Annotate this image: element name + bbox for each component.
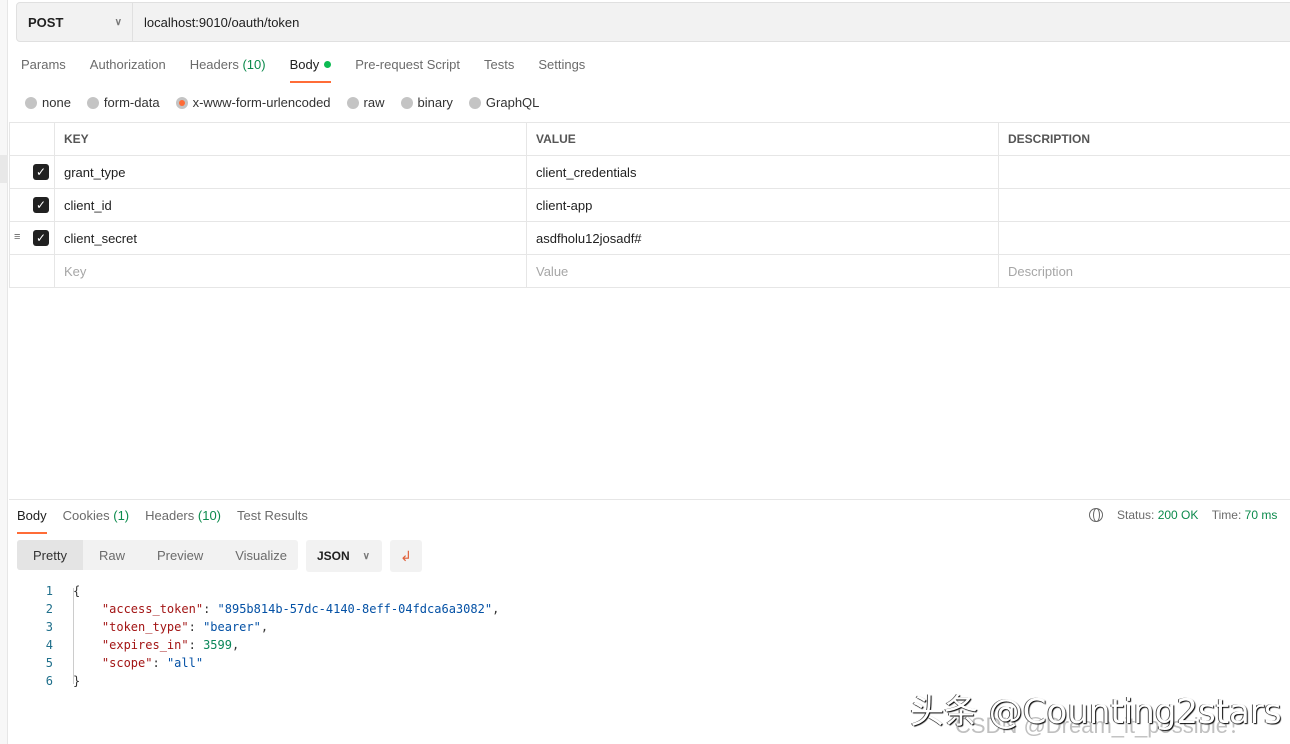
radio-graphql[interactable]: GraphQL (468, 95, 539, 110)
description-cell[interactable] (998, 188, 1290, 222)
checkbox[interactable]: ✓ (33, 164, 49, 180)
params-table: KEY VALUE DESCRIPTION ✓ grant_type client_cr… (9, 122, 1290, 288)
status-code: 200 OK (1157, 508, 1199, 522)
value-input[interactable]: Value (526, 254, 999, 288)
response-tab-body[interactable]: Body (17, 508, 47, 534)
tab-params[interactable]: Params (21, 57, 66, 81)
pane-divider[interactable] (9, 499, 1290, 500)
checkbox[interactable]: ✓ (33, 230, 49, 246)
view-preview[interactable]: Preview (141, 540, 219, 570)
watermark-toutiao: 头条 @Counting2stars (910, 692, 1282, 732)
view-pretty[interactable]: Pretty (17, 540, 83, 570)
header-value: VALUE (526, 122, 999, 156)
sidebar-edge (0, 0, 8, 744)
radio-binary[interactable]: binary (400, 95, 453, 110)
table-row: ✓ client_id client-app (9, 188, 1290, 222)
response-tab-cookies[interactable]: Cookies (1) (63, 508, 129, 533)
response-tabs: Body Cookies (1) Headers (10) Test Resul… (17, 508, 324, 534)
response-tab-test-results[interactable]: Test Results (237, 508, 308, 533)
modified-dot-icon (324, 61, 332, 68)
new-row: Key Value Description (9, 254, 1290, 288)
view-raw[interactable]: Raw (83, 540, 141, 570)
tab-pre-request-script[interactable]: Pre-request Script (355, 57, 460, 81)
checkbox[interactable]: ✓ (33, 197, 49, 213)
radio-raw[interactable]: raw (346, 95, 385, 110)
tab-tests[interactable]: Tests (484, 57, 514, 81)
tab-authorization[interactable]: Authorization (90, 57, 166, 81)
response-tab-headers[interactable]: Headers (10) (145, 508, 221, 533)
globe-icon[interactable] (1089, 508, 1103, 522)
url-input[interactable]: localhost:9010/oauth/token (133, 15, 299, 30)
url-bar: POST ∨ localhost:9010/oauth/token (16, 2, 1290, 42)
format-select[interactable]: JSON ∨ (306, 540, 382, 572)
radio-urlencoded[interactable]: x-www-form-urlencoded (175, 95, 331, 110)
request-tabs: Params Authorization Headers (10) Body P… (21, 57, 609, 83)
description-cell[interactable] (998, 221, 1290, 255)
table-row: ≡ ✓ client_secret asdfholu12josadf# (9, 221, 1290, 255)
key-cell[interactable]: client_id (54, 188, 527, 222)
tab-body[interactable]: Body (289, 57, 332, 83)
tab-headers[interactable]: Headers (10) (190, 57, 266, 81)
view-visualize[interactable]: Visualize (219, 540, 303, 570)
tab-settings[interactable]: Settings (538, 57, 585, 81)
chevron-down-icon: ∨ (362, 550, 370, 562)
radio-none[interactable]: none (25, 95, 71, 110)
key-cell[interactable]: grant_type (54, 155, 527, 189)
description-cell[interactable] (998, 155, 1290, 189)
drag-handle-icon[interactable]: ≡ (14, 231, 20, 243)
value-cell[interactable]: client-app (526, 188, 999, 222)
table-row: ✓ grant_type client_credentials (9, 155, 1290, 189)
body-type-radios: none form-data x-www-form-urlencoded raw… (25, 95, 555, 110)
response-body: 1{ 2 "access_token": "895b814b-57dc-4140… (45, 584, 500, 688)
header-description: DESCRIPTION (998, 122, 1290, 156)
response-status: Status: 200 OK Time: 70 ms (1089, 508, 1277, 522)
method-select[interactable]: POST ∨ (17, 3, 133, 41)
key-input[interactable]: Key (54, 254, 527, 288)
value-cell[interactable]: client_credentials (526, 155, 999, 189)
header-key: KEY (54, 122, 527, 156)
response-time: 70 ms (1244, 508, 1278, 522)
chevron-down-icon: ∨ (114, 16, 122, 28)
radio-form-data[interactable]: form-data (86, 95, 160, 110)
key-cell[interactable]: client_secret (54, 221, 527, 255)
wrap-lines-icon[interactable]: ↲ (390, 540, 422, 572)
view-mode-segmented: Pretty Raw Preview Visualize (17, 540, 298, 570)
description-input[interactable]: Description (998, 254, 1290, 288)
value-cell[interactable]: asdfholu12josadf# (526, 221, 999, 255)
method-label: POST (28, 14, 64, 30)
